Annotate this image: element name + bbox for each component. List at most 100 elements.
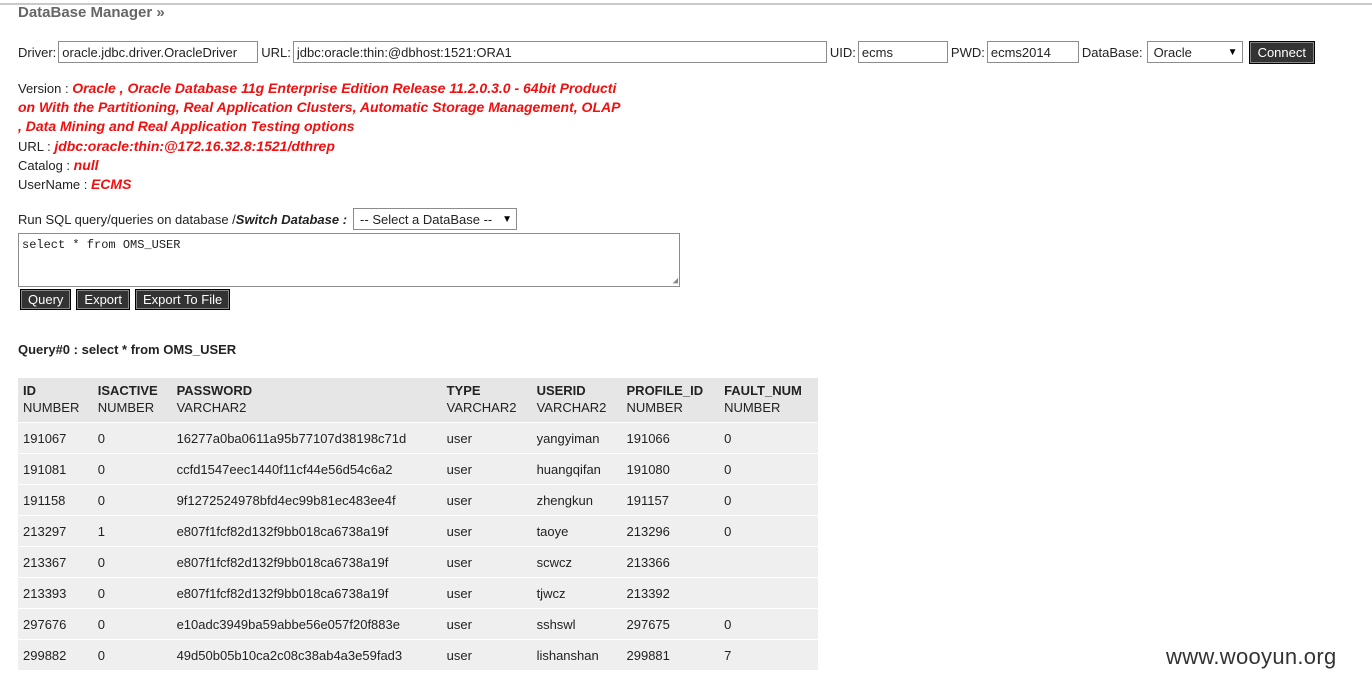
table-cell: 0	[92, 639, 172, 670]
column-header: ID NUMBER	[18, 378, 93, 423]
switch-database-select[interactable]: -- Select a DataBase -- ▼	[353, 208, 518, 230]
table-cell: user	[441, 608, 532, 640]
table-cell	[719, 577, 818, 609]
table-cell: 0	[92, 484, 172, 516]
table-cell: 191157	[621, 484, 720, 516]
pwd-label: PWD:	[950, 44, 985, 60]
column-type: NUMBER	[23, 400, 80, 415]
column-type: VARCHAR2	[176, 400, 247, 415]
column-header: PASSWORD VARCHAR2	[171, 378, 442, 423]
column-header: TYPE VARCHAR2	[441, 378, 532, 423]
query-button[interactable]: Query	[20, 289, 72, 310]
switch-database-label: Switch Database :	[235, 211, 348, 227]
table-cell: 0	[92, 546, 172, 578]
watermark: www.wooyun.org	[1166, 644, 1337, 669]
driver-input[interactable]	[58, 41, 259, 63]
table-cell: e807f1fcf82d132f9bb018ca6738a19f	[171, 577, 442, 609]
table-cell: 213366	[621, 546, 720, 578]
table-cell: user	[441, 515, 532, 547]
table-cell: taoye	[531, 515, 622, 547]
table-cell: e807f1fcf82d132f9bb018ca6738a19f	[171, 515, 442, 547]
table-cell: sshswl	[531, 608, 622, 640]
table-cell: 0	[92, 453, 172, 485]
table-cell: 191158	[18, 484, 93, 516]
column-type: NUMBER	[724, 400, 781, 415]
table-cell: 191081	[18, 453, 93, 485]
table-cell: 0	[719, 453, 818, 485]
url-line: URL : jdbc:oracle:thin:@172.16.32.8:1521…	[18, 137, 708, 156]
table-row: 213297 1 e807f1fcf82d132f9bb018ca6738a19f u…	[18, 515, 818, 547]
table-cell: 213392	[621, 577, 720, 609]
column-name: PROFILE_ID	[626, 383, 704, 398]
pwd-input[interactable]	[986, 41, 1079, 63]
table-cell: yangyiman	[531, 422, 622, 454]
sql-query-textarea[interactable]: select * from OMS_USER ◢	[18, 233, 680, 287]
column-type: NUMBER	[97, 400, 155, 415]
table-cell: zhengkun	[531, 484, 622, 516]
table-cell: 191080	[621, 453, 720, 485]
table-cell: 297676	[18, 608, 93, 640]
column-name: USERID	[536, 383, 586, 398]
table-cell	[719, 546, 818, 578]
table-row: 213367 0 e807f1fcf82d132f9bb018ca6738a19f u…	[18, 546, 818, 578]
resize-grip-icon[interactable]: ◢	[673, 277, 678, 286]
export-to-file-button[interactable]: Export To File	[134, 289, 231, 310]
table-cell: 0	[719, 422, 818, 454]
version-line: Version : Oracle , Oracle Database 11g E…	[18, 79, 708, 98]
table-row: 297676 0 e10adc3949ba59abbe56e057f20f883e u…	[18, 608, 818, 640]
table-cell: user	[441, 453, 532, 485]
connect-button[interactable]: Connect	[1248, 40, 1315, 64]
uid-input[interactable]	[857, 41, 948, 63]
table-cell: 0	[92, 608, 172, 640]
table-cell: 191067	[18, 422, 93, 454]
connection-info: Version : Oracle , Oracle Database 11g E…	[18, 79, 708, 194]
column-name: PASSWORD	[176, 383, 253, 398]
table-row: 213393 0 e807f1fcf82d132f9bb018ca6738a19f u…	[18, 577, 818, 609]
connection-bar: Driver: URL: UID: PWD: DataBase: Oracle …	[18, 40, 1315, 64]
page-title: DataBase Manager »	[18, 4, 165, 21]
database-select-value: Oracle	[1153, 44, 1192, 60]
table-cell: 49d50b05b10ca2c08c38ab4a3e59fad3	[171, 639, 442, 670]
column-type: VARCHAR2	[536, 400, 607, 415]
username-value: ECMS	[90, 176, 132, 193]
database-select[interactable]: Oracle ▼	[1146, 41, 1243, 63]
column-header: FAULT_NUM NUMBER	[719, 378, 818, 423]
table-row: 191067 0 16277a0ba0611a95b77107d38198c71d u…	[18, 422, 818, 454]
column-type: VARCHAR2	[446, 400, 517, 415]
run-sql-line: Run SQL query/queries on database / Swit…	[18, 208, 518, 230]
column-header: PROFILE_ID NUMBER	[621, 378, 720, 423]
table-row: 191158 0 9f1272524978bfd4ec99b81ec483ee4f u…	[18, 484, 818, 516]
table-cell: user	[441, 577, 532, 609]
table-cell: tjwcz	[531, 577, 622, 609]
table-cell: user	[441, 422, 532, 454]
table-row: 191081 0 ccfd1547eec1440f11cf44e56d54c6a2 u…	[18, 453, 818, 485]
username-line: UserName : ECMS	[18, 175, 708, 194]
url-input[interactable]	[292, 41, 827, 63]
table-cell: 1	[92, 515, 172, 547]
column-name: FAULT_NUM	[724, 383, 802, 398]
table-cell: huangqifan	[531, 453, 622, 485]
column-name: TYPE	[446, 383, 481, 398]
export-button[interactable]: Export	[76, 289, 130, 310]
version-label: Version :	[18, 81, 73, 96]
result-table: ID NUMBER ISACTIVE NUMBER PASSWORD VARCHAR2 TY…	[18, 378, 818, 670]
table-cell: scwcz	[531, 546, 622, 578]
table-cell: 213297	[18, 515, 93, 547]
column-type: NUMBER	[626, 400, 683, 415]
switch-database-value: -- Select a DataBase --	[360, 211, 493, 227]
column-header: USERID VARCHAR2	[531, 378, 622, 423]
column-name: ISACTIVE	[97, 383, 158, 398]
column-header: ISACTIVE NUMBER	[92, 378, 172, 423]
table-row: 299882 0 49d50b05b10ca2c08c38ab4a3e59fad3 u…	[18, 639, 818, 670]
chevron-down-icon: ▼	[1227, 46, 1238, 58]
version-line-2: on With the Partitioning, Real Applicati…	[18, 98, 708, 117]
database-label: DataBase:	[1081, 44, 1143, 60]
table-cell: 297675	[621, 608, 720, 640]
table-cell: user	[441, 484, 532, 516]
catalog-label: Catalog :	[18, 157, 74, 173]
query-result-title: Query#0 : select * from OMS_USER	[18, 342, 237, 357]
table-cell: 0	[719, 484, 818, 516]
driver-label: Driver:	[18, 44, 57, 60]
table-cell: 9f1272524978bfd4ec99b81ec483ee4f	[171, 484, 442, 516]
table-header-row: ID NUMBER ISACTIVE NUMBER PASSWORD VARCHAR2 TY…	[18, 378, 818, 423]
